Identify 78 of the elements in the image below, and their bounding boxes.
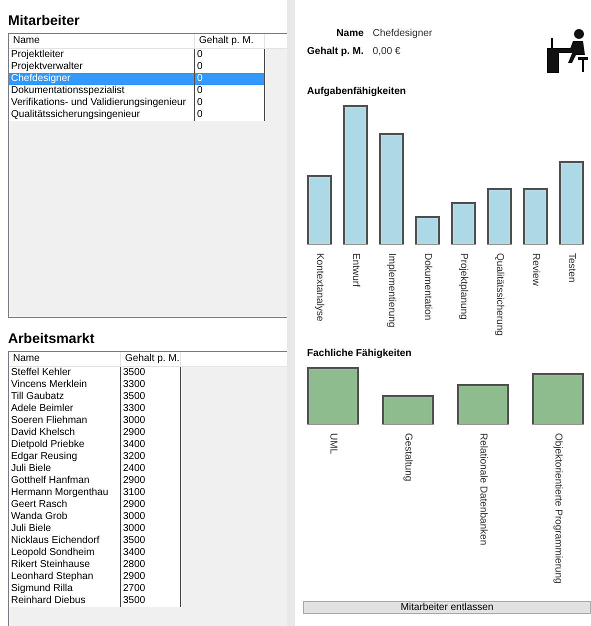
salary-cell[interactable]: 3500 [121, 595, 181, 607]
name-cell[interactable]: Reinhard Diebus [9, 595, 121, 607]
salary-cell[interactable]: 2800 [121, 559, 181, 571]
salary-cell[interactable]: 2900 [121, 571, 181, 583]
salary-cell[interactable]: 2900 [121, 499, 181, 511]
salary-cell[interactable]: 3400 [121, 439, 181, 451]
skill-label: Relationale Datenbanken [478, 432, 488, 546]
salary-cell[interactable]: 3100 [121, 487, 181, 499]
salary-cell[interactable]: 3200 [121, 451, 181, 463]
name-cell[interactable]: Sigmund Rilla [9, 583, 121, 595]
name-cell[interactable]: Juli Biele [9, 523, 121, 535]
name-cell[interactable]: Adele Beimler [9, 403, 121, 415]
name-cell[interactable]: Hermann Morgenthau [9, 487, 121, 499]
name-cell[interactable]: Dietpold Priebke [9, 439, 121, 451]
skill-label: Implementierung [386, 253, 397, 328]
salary-cell[interactable]: 3400 [121, 547, 181, 559]
name-cell[interactable]: David Khelsch [9, 427, 121, 439]
skill-label: Entwurf [350, 253, 361, 287]
column-header[interactable]: Name [9, 352, 121, 366]
name-cell[interactable]: Leonhard Stephan [9, 571, 121, 583]
name-cell[interactable]: Projektverwalter [9, 61, 195, 73]
skill-label: Gestaltung [402, 432, 414, 482]
column-header[interactable]: Name [9, 34, 195, 48]
skill-label: Kontextanalyse [314, 253, 325, 322]
name-cell[interactable]: Rikert Steinhause [9, 559, 121, 571]
name-cell[interactable]: Dokumentationsspezialist [9, 85, 195, 97]
salary-cell[interactable]: 3500 [121, 391, 181, 403]
section-title: Arbeitsmarkt [7, 329, 96, 348]
field-value: Chefdesigner [372, 28, 432, 39]
name-cell[interactable]: Till Gaubatz [9, 391, 121, 403]
name-cell[interactable]: Qualitätssicherungsingenieur [9, 109, 195, 121]
name-cell[interactable]: Steffel Kehler [9, 367, 121, 379]
skill-label: Review [530, 253, 541, 286]
skill-label: Dokumentation [422, 253, 433, 320]
salary-cell[interactable]: 0 [195, 109, 265, 121]
field-value: 0,00 € [372, 46, 402, 57]
salary-cell[interactable]: 2900 [121, 427, 181, 439]
name-cell[interactable]: Edgar Reusing [9, 451, 121, 463]
skill-label: Objektorientierte Programmierung [552, 432, 564, 584]
dismiss-employee-button[interactable]: Mitarbeiter entlassen [303, 601, 591, 614]
salary-cell[interactable]: 3000 [121, 511, 181, 523]
name-cell[interactable]: Leopold Sondheim [9, 547, 121, 559]
field-label: Gehalt p. M. [307, 46, 364, 57]
salary-cell[interactable]: 3000 [121, 415, 181, 427]
salary-cell[interactable]: 3500 [121, 367, 181, 379]
name-cell[interactable]: Nicklaus Eichendorf [9, 535, 121, 547]
salary-cell[interactable]: 0 [195, 85, 265, 97]
name-cell[interactable]: Gotthelf Hanfman [9, 475, 121, 487]
name-cell[interactable]: Verifikations- und Validierungsingenieur [9, 97, 195, 109]
list-view[interactable] [8, 351, 287, 626]
salary-cell[interactable]: 2700 [121, 583, 181, 595]
salary-cell[interactable]: 0 [195, 61, 265, 73]
field-label: Name [335, 28, 364, 39]
list-view[interactable]: Name Gehalt p. M. Projektleiter 0 Projektverwalter 0 Chefdesigner 0 Dokumentationsspezialist 0 Verifikations- und Validierungsingenieur 0 Qualitätssicherungsingenieur 0 [8, 33, 287, 318]
salary-cell[interactable]: 3500 [121, 535, 181, 547]
salary-cell[interactable]: 3300 [121, 403, 181, 415]
skill-label: Qualitätssicherung [494, 253, 505, 336]
name-cell[interactable]: Juli Biele [9, 463, 121, 475]
salary-cell[interactable]: 0 [195, 97, 265, 109]
name-cell[interactable]: Geert Rasch [9, 499, 121, 511]
salary-cell[interactable]: 3300 [121, 379, 181, 391]
section-title: Mitarbeiter [7, 11, 81, 30]
name-cell[interactable]: Projektleiter [9, 49, 195, 61]
column-header[interactable]: Gehalt p. M. [195, 34, 265, 48]
chart-title: Fachliche Fähigkeiten [307, 348, 412, 359]
chart-title: Aufgabenfähigkeiten [307, 86, 407, 97]
name-cell[interactable]: Vincens Merklein [9, 379, 121, 391]
salary-cell[interactable]: 0 [195, 49, 265, 61]
person-at-desk-icon [545, 28, 591, 74]
salary-cell[interactable]: 2400 [121, 463, 181, 475]
skill-label: UML [328, 432, 338, 454]
skill-label: Testen [566, 253, 577, 282]
skill-label: Projektplanung [458, 253, 469, 320]
salary-cell[interactable]: 2900 [121, 475, 181, 487]
name-cell[interactable]: Wanda Grob [9, 511, 121, 523]
column-header[interactable]: Gehalt p. M. [121, 352, 181, 366]
name-cell[interactable]: Soeren Fliehman [9, 415, 121, 427]
salary-cell[interactable]: 3000 [121, 523, 181, 535]
